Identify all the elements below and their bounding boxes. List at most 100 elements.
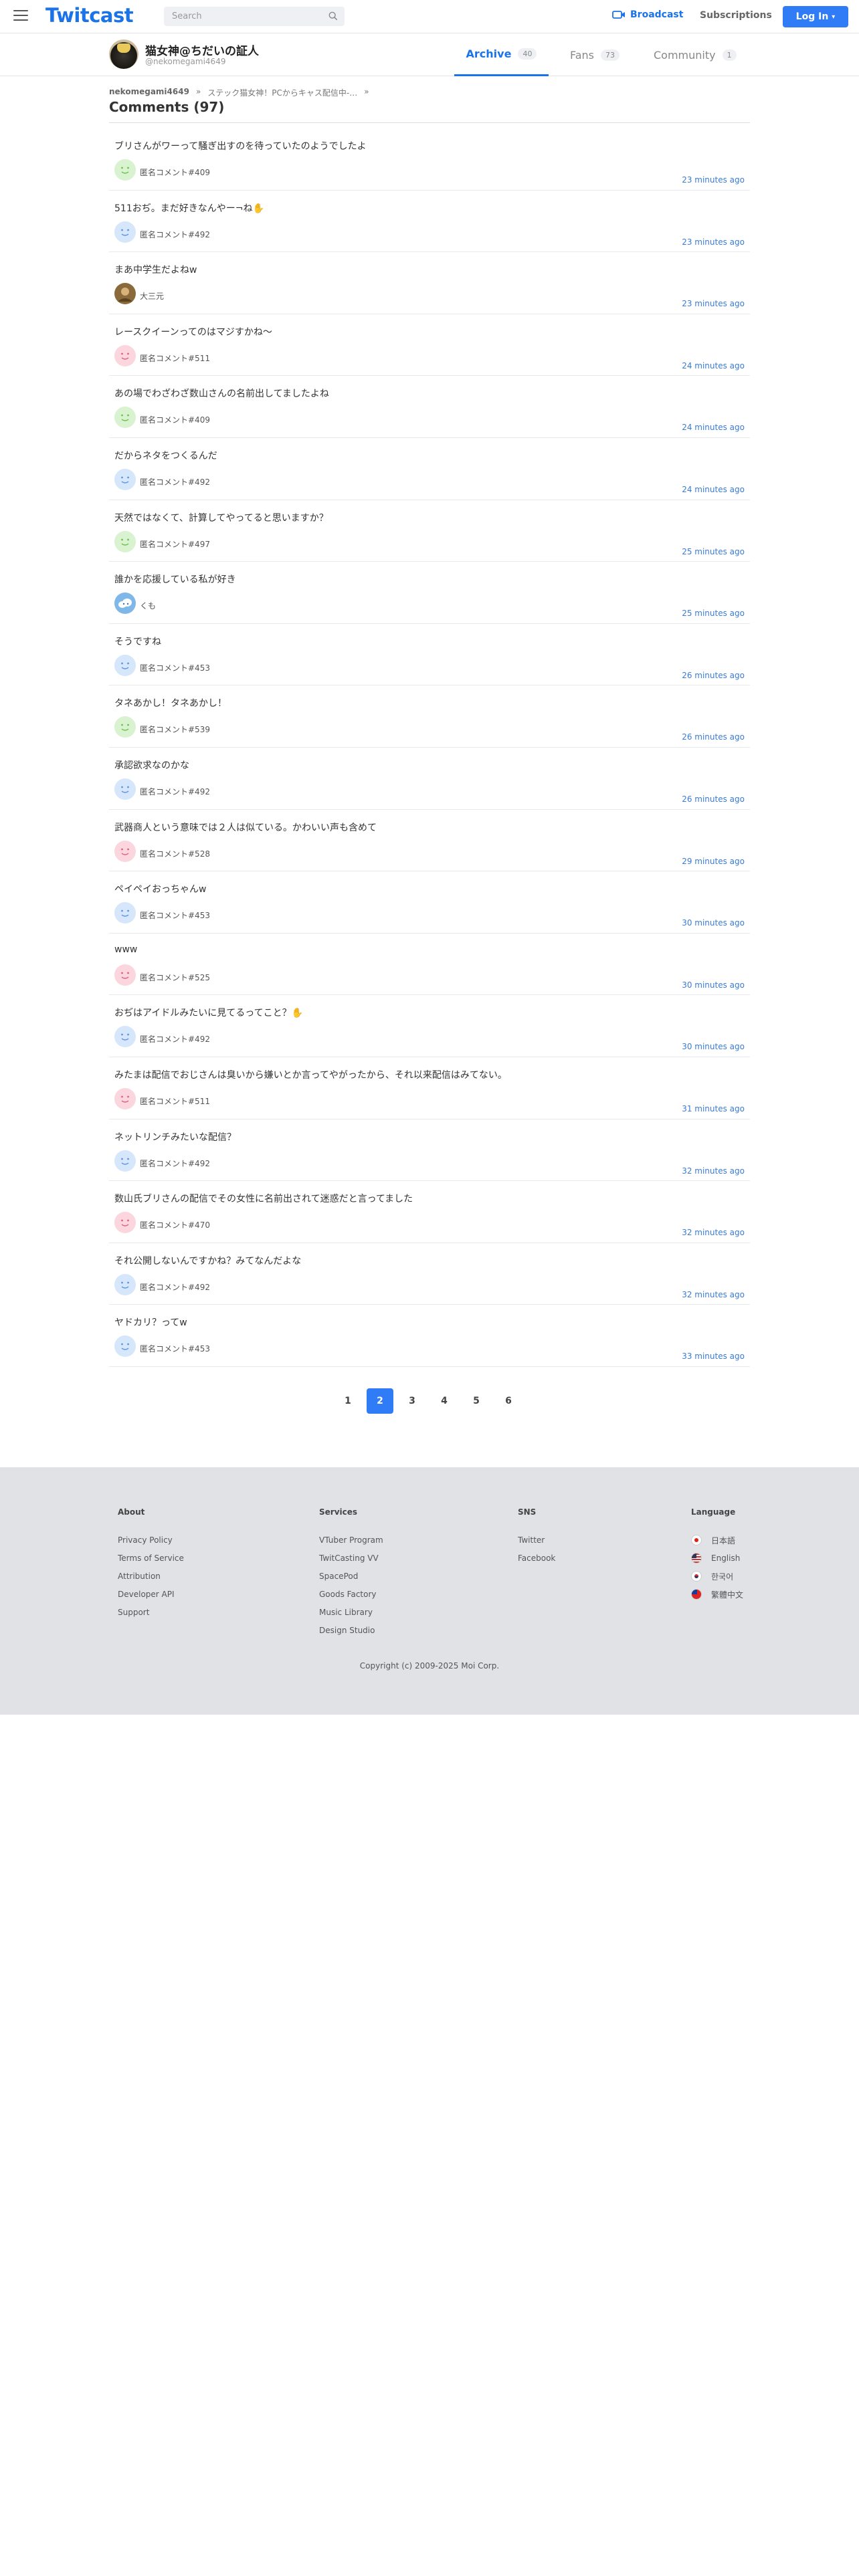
commenter-name[interactable]: 匿名コメント#409 (140, 414, 210, 425)
commenter-name[interactable]: 匿名コメント#409 (140, 167, 210, 178)
comment-timestamp[interactable]: 26 minutes ago (682, 794, 745, 804)
broadcaster-name[interactable]: 猫女神@ちだいの証人 (145, 41, 259, 58)
subscriptions-link[interactable]: Subscriptions (700, 10, 772, 21)
comment-timestamp[interactable]: 30 minutes ago (682, 1042, 745, 1051)
commenter-avatar[interactable] (114, 778, 136, 800)
commenter-avatar[interactable] (114, 1212, 136, 1234)
commenter-avatar[interactable] (114, 159, 136, 181)
comment-timestamp[interactable]: 23 minutes ago (682, 175, 745, 185)
commenter-name[interactable]: 匿名コメント#492 (140, 476, 210, 488)
commenter-avatar[interactable] (114, 654, 136, 676)
tab-archive[interactable]: Archive 40 (454, 33, 549, 76)
commenter-name[interactable]: 匿名コメント#525 (140, 972, 210, 983)
footer-link-terms[interactable]: Terms of Service (118, 1553, 184, 1563)
comment-timestamp[interactable]: 26 minutes ago (682, 732, 745, 742)
breadcrumb-user[interactable]: nekomegami4649 (109, 87, 189, 98)
comment-timestamp[interactable]: 30 minutes ago (682, 918, 745, 928)
language-option-korean[interactable]: 한국어 (691, 1571, 743, 1582)
commenter-avatar[interactable] (114, 1273, 136, 1295)
comment-timestamp[interactable]: 31 minutes ago (682, 1104, 745, 1113)
commenter-name[interactable]: 匿名コメント#492 (140, 1158, 210, 1169)
commenter-avatar[interactable] (114, 902, 136, 924)
footer-link-developer-api[interactable]: Developer API (118, 1590, 184, 1599)
comment-timestamp[interactable]: 25 minutes ago (682, 609, 745, 618)
search-icon[interactable] (328, 11, 338, 21)
footer-link-attribution[interactable]: Attribution (118, 1572, 184, 1581)
commenter-name[interactable]: 匿名コメント#511 (140, 1095, 210, 1107)
commenter-name[interactable]: 匿名コメント#470 (140, 1219, 210, 1230)
commenter-avatar[interactable] (114, 344, 136, 366)
commenter-name[interactable]: 大三元 (140, 290, 164, 302)
comment-timestamp[interactable]: 24 minutes ago (682, 485, 745, 494)
comment-timestamp[interactable]: 23 minutes ago (682, 299, 745, 308)
footer-link-design-studio[interactable]: Design Studio (319, 1626, 383, 1635)
footer-link-vtuber-program[interactable]: VTuber Program (319, 1535, 383, 1545)
broadcaster-avatar[interactable] (109, 39, 138, 69)
commenter-name[interactable]: くも (140, 600, 156, 611)
commenter-name[interactable]: 匿名コメント#528 (140, 848, 210, 859)
comment-timestamp[interactable]: 32 minutes ago (682, 1228, 745, 1237)
footer-heading: Services (319, 1507, 358, 1517)
commenter-avatar[interactable] (114, 593, 136, 615)
commenter-name[interactable]: 匿名コメント#453 (140, 909, 210, 921)
footer-link-twitter[interactable]: Twitter (518, 1535, 555, 1545)
commenter-name[interactable]: 匿名コメント#539 (140, 724, 210, 735)
commenter-name[interactable]: 匿名コメント#492 (140, 786, 210, 797)
commenter-name[interactable]: 匿名コメント#497 (140, 538, 210, 550)
broadcast-link[interactable]: Broadcast (612, 9, 683, 20)
comment-timestamp[interactable]: 23 minutes ago (682, 237, 745, 247)
commenter-avatar[interactable] (114, 716, 136, 738)
page-link-4[interactable]: 4 (431, 1388, 458, 1414)
language-option-traditional-chinese[interactable]: 繁體中文 (691, 1589, 743, 1600)
menu-icon[interactable] (13, 10, 28, 22)
comment-timestamp[interactable]: 33 minutes ago (682, 1352, 745, 1361)
commenter-name[interactable]: 匿名コメント#492 (140, 229, 210, 240)
commenter-avatar[interactable] (114, 1150, 136, 1172)
comment-timestamp[interactable]: 24 minutes ago (682, 361, 745, 370)
comment-timestamp[interactable]: 26 minutes ago (682, 671, 745, 680)
commenter-avatar[interactable] (114, 530, 136, 552)
page-link-6[interactable]: 6 (495, 1388, 522, 1414)
comment-timestamp[interactable]: 24 minutes ago (682, 423, 745, 432)
comment-timestamp[interactable]: 29 minutes ago (682, 857, 745, 866)
footer-link-music-library[interactable]: Music Library (319, 1608, 383, 1617)
commenter-avatar[interactable] (114, 468, 136, 490)
comment-timestamp[interactable]: 30 minutes ago (682, 980, 745, 990)
commenter-name[interactable]: 匿名コメント#492 (140, 1033, 210, 1045)
tab-community[interactable]: Community 1 (654, 33, 737, 76)
search-input[interactable] (172, 11, 326, 21)
commenter-avatar[interactable] (114, 283, 136, 305)
page-link-1[interactable]: 1 (335, 1388, 361, 1414)
footer-link-privacy-policy[interactable]: Privacy Policy (118, 1535, 184, 1545)
commenter-avatar[interactable] (114, 221, 136, 243)
footer-link-facebook[interactable]: Facebook (518, 1553, 555, 1563)
page-link-2[interactable]: 2 (367, 1388, 393, 1414)
commenter-avatar[interactable] (114, 964, 136, 986)
comment-timestamp[interactable]: 25 minutes ago (682, 547, 745, 556)
comment-timestamp[interactable]: 32 minutes ago (682, 1166, 745, 1176)
commenter-avatar[interactable] (114, 840, 136, 862)
commenter-name[interactable]: 匿名コメント#492 (140, 1281, 210, 1293)
comment-item: ブリさんがワーって騒ぎ出すのを待っていたのようでしたよ 匿名コメント#409 23 … (109, 128, 750, 191)
footer-link-spacepod[interactable]: SpacePod (319, 1572, 383, 1581)
login-button[interactable]: Log In ▾ (783, 6, 848, 27)
commenter-name[interactable]: 匿名コメント#453 (140, 662, 210, 673)
tab-fans[interactable]: Fans 73 (570, 33, 620, 76)
page-link-5[interactable]: 5 (463, 1388, 490, 1414)
commenter-name[interactable]: 匿名コメント#511 (140, 352, 210, 364)
commenter-avatar[interactable] (114, 1026, 136, 1048)
commenter-name[interactable]: 匿名コメント#453 (140, 1343, 210, 1354)
footer-link-twitcasting-vv[interactable]: TwitCasting VV (319, 1553, 383, 1563)
search-box[interactable] (164, 7, 345, 26)
footer-link-goods-factory[interactable]: Goods Factory (319, 1590, 383, 1599)
commenter-avatar[interactable] (114, 1087, 136, 1109)
language-option-japanese[interactable]: 日本語 (691, 1535, 743, 1545)
footer-link-support[interactable]: Support (118, 1608, 184, 1617)
comment-timestamp[interactable]: 32 minutes ago (682, 1290, 745, 1299)
breadcrumb-live[interactable]: ステック猫女神！PCからキャス配信中-… (207, 87, 357, 98)
commenter-avatar[interactable] (114, 1335, 136, 1358)
commenter-avatar[interactable] (114, 407, 136, 429)
language-option-english[interactable]: English (691, 1553, 743, 1564)
page-link-3[interactable]: 3 (399, 1388, 425, 1414)
twitcast-logo[interactable]: Twitcast (45, 4, 134, 27)
